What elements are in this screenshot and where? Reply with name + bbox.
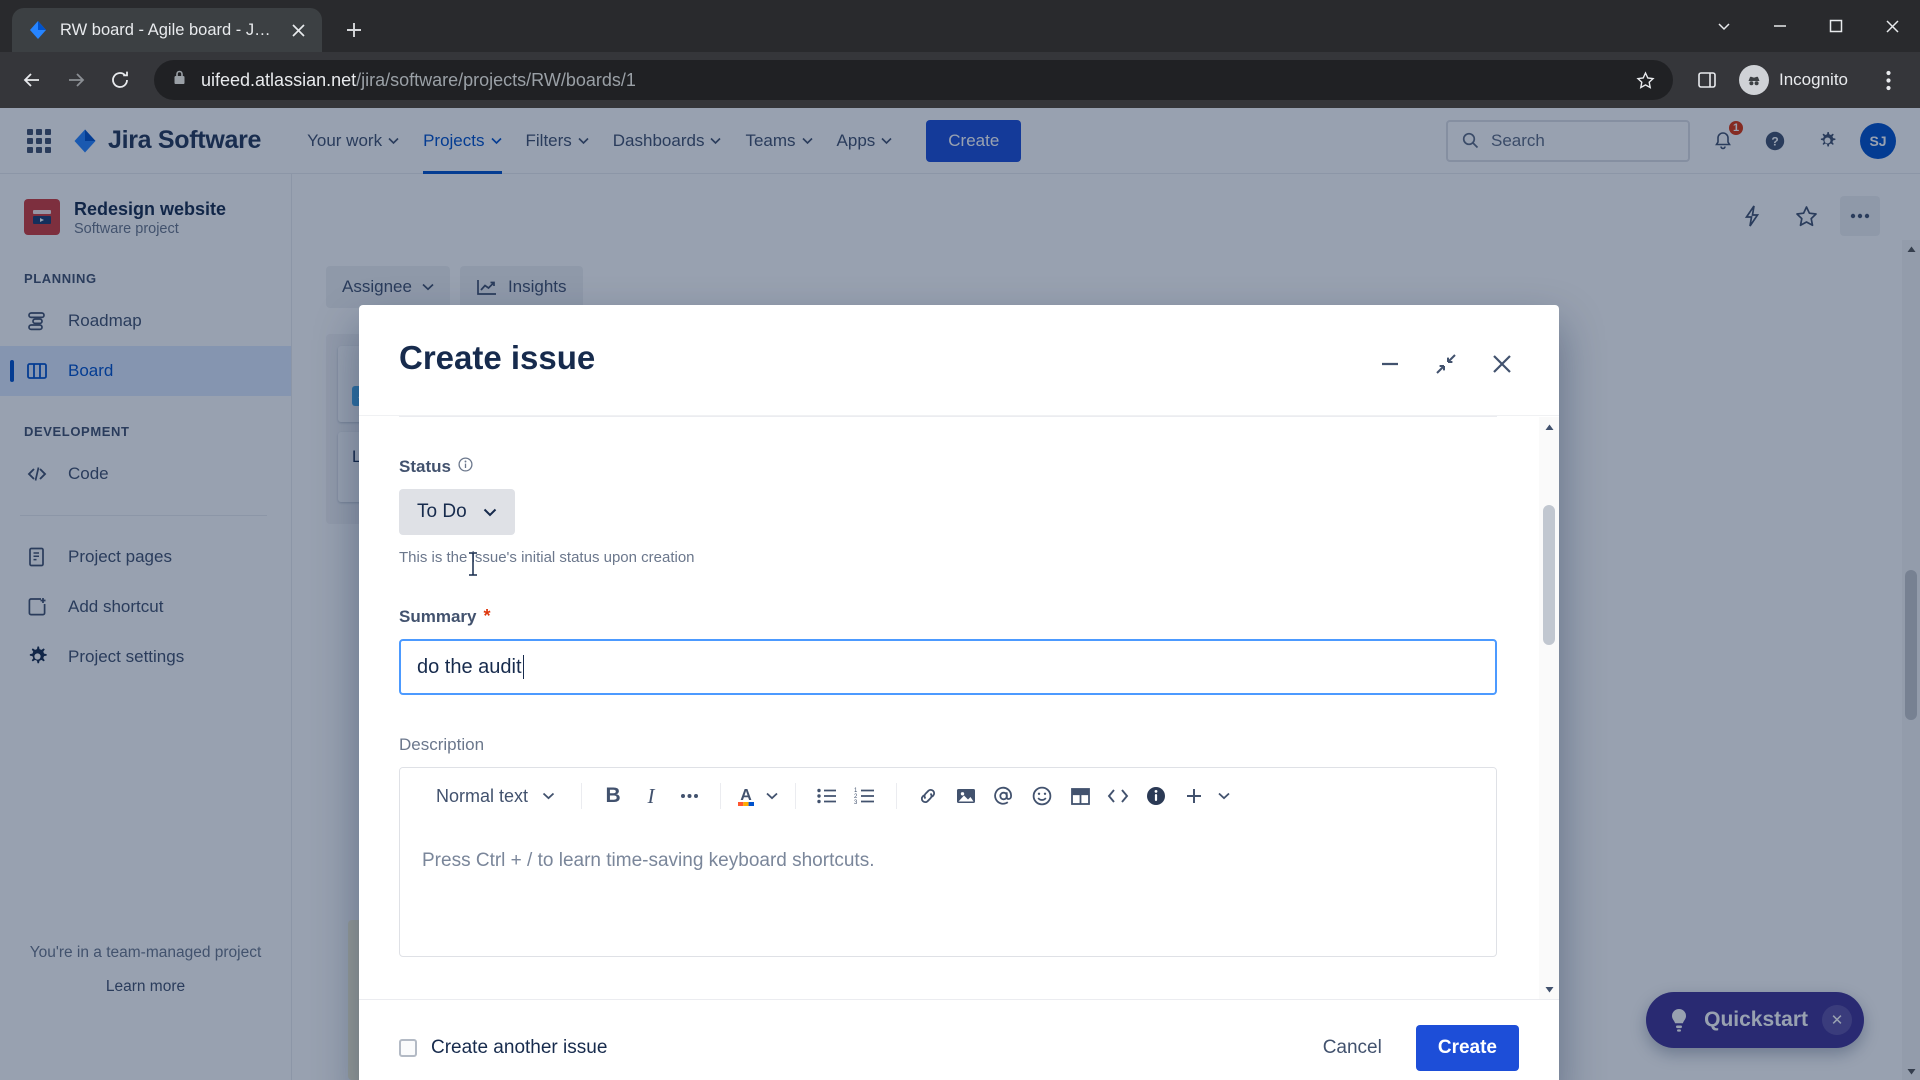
jira-diamond-icon [28,20,48,40]
modal-footer: Create another issue Cancel Create [359,999,1559,1080]
text-caret [522,655,525,679]
cancel-button[interactable]: Cancel [1305,1026,1400,1070]
scroll-up-arrow-icon[interactable] [1539,417,1559,437]
text-color-button[interactable]: A [733,777,761,815]
kebab-menu-icon[interactable] [1868,60,1908,100]
editor-toolbar: Normal text B I A 1 2 3 [400,768,1496,824]
status-select[interactable]: To Do [399,489,515,535]
text-color-chevron-icon[interactable] [761,777,783,815]
address-bar[interactable]: uifeed.atlassian.net/jira/software/proje… [154,60,1673,100]
side-panel-icon[interactable] [1687,60,1727,100]
toolbar-divider [795,783,797,809]
footer-buttons: Cancel Create [1305,1024,1519,1071]
minimize-icon[interactable] [1752,0,1808,52]
text-cursor-pointer [466,551,480,577]
close-x-icon[interactable] [1485,347,1519,381]
emoji-button[interactable] [1023,777,1061,815]
browser-toolbar: uifeed.atlassian.net/jira/software/proje… [0,52,1920,108]
window-controls [1696,0,1920,52]
modal-body: Status To Do This is the issue's initial… [359,415,1559,999]
insert-more-chevron-icon[interactable] [1213,777,1235,815]
window-close-icon[interactable] [1864,0,1920,52]
summary-value: do the audit [417,655,522,678]
toolbar-divider [581,783,583,809]
scroll-down-arrow-icon[interactable] [1539,979,1559,999]
status-label-row: Status [399,457,1497,477]
tab-strip: RW board - Agile board - Jira [0,0,1920,52]
bold-button[interactable]: B [594,777,632,815]
browser-window: RW board - Agile board - Jira uifeed.atl… [0,0,1920,1080]
more-formatting-button[interactable] [670,777,708,815]
minimize-dash-icon[interactable] [1373,347,1407,381]
modal-title: Create issue [399,339,596,376]
summary-label: Summary [399,606,477,626]
summary-input[interactable]: do the audit [399,639,1497,695]
modal-scrollbar[interactable] [1539,417,1559,999]
create-button[interactable]: Create [1415,1024,1519,1071]
modal-header: Create issue [359,305,1559,415]
incognito-indicator[interactable]: Incognito [1731,60,1864,100]
bullet-list-button[interactable] [808,777,846,815]
url-domain: uifeed.atlassian.net [201,69,357,90]
description-label: Description [399,735,485,754]
status-hint: This is the issue's initial status upon … [399,549,695,566]
insert-more-button[interactable] [1175,777,1213,815]
table-button[interactable] [1061,777,1099,815]
tab-title: RW board - Agile board - Jira [60,20,272,39]
info-panel-button[interactable] [1137,777,1175,815]
address-bar-url: uifeed.atlassian.net/jira/software/proje… [201,70,636,91]
info-circle-icon[interactable] [458,457,473,477]
numbered-list-button[interactable]: 123 [846,777,884,815]
url-path: /jira/software/projects/RW/boards/1 [356,69,636,90]
incognito-label: Incognito [1779,70,1848,89]
summary-label-row: Summary * [399,606,1497,627]
checkbox-box[interactable] [399,1038,417,1057]
lock-icon [172,69,187,91]
svg-text:3: 3 [854,800,858,805]
code-button[interactable] [1099,777,1137,815]
star-icon[interactable] [1631,66,1659,94]
status-value: To Do [417,501,467,522]
modal-header-actions [1373,339,1519,381]
required-marker: * [483,606,491,626]
shrink-diagonal-icon[interactable] [1429,347,1463,381]
toolbar-divider [720,783,722,809]
svg-text:A: A [740,787,752,804]
chevron-down-icon[interactable] [1696,0,1752,52]
link-button[interactable] [909,777,947,815]
back-arrow-icon[interactable] [12,60,52,100]
new-tab-button[interactable] [336,12,372,48]
summary-field: Summary * do the audit [399,566,1497,695]
close-icon[interactable] [284,16,312,44]
forward-arrow-icon[interactable] [56,60,96,100]
description-editor: Normal text B I A 1 2 3 Press Ctrl + / t… [399,767,1497,957]
reload-icon[interactable] [100,60,140,100]
status-field: Status To Do This is the issue's initial… [399,417,1497,566]
incognito-avatar-icon [1739,65,1769,95]
create-another-issue-label: Create another issue [431,1036,608,1058]
browser-tab[interactable]: RW board - Agile board - Jira [12,8,322,52]
image-button[interactable] [947,777,985,815]
description-placeholder[interactable]: Press Ctrl + / to learn time-saving keyb… [400,824,1496,956]
create-another-issue-checkbox[interactable]: Create another issue [399,1037,607,1059]
italic-button[interactable]: I [632,777,670,815]
text-style-select[interactable]: Normal text [414,777,569,815]
chevron-down-icon [542,792,555,800]
modal-scroll-content: Status To Do This is the issue's initial… [359,416,1537,999]
maximize-icon[interactable] [1808,0,1864,52]
chevron-down-icon [483,508,496,516]
text-style-value: Normal text [436,785,529,806]
status-label: Status [399,457,451,476]
scrollbar-thumb[interactable] [1543,505,1555,645]
mention-button[interactable] [985,777,1023,815]
create-issue-modal: Create issue Status To Do This is the is… [359,305,1559,1080]
toolbar-divider [896,783,898,809]
jira-app: Jira Software Your work Projects Filters… [0,108,1920,1080]
description-field: Description Normal text B I A 1 2 3 Pres… [399,695,1497,957]
